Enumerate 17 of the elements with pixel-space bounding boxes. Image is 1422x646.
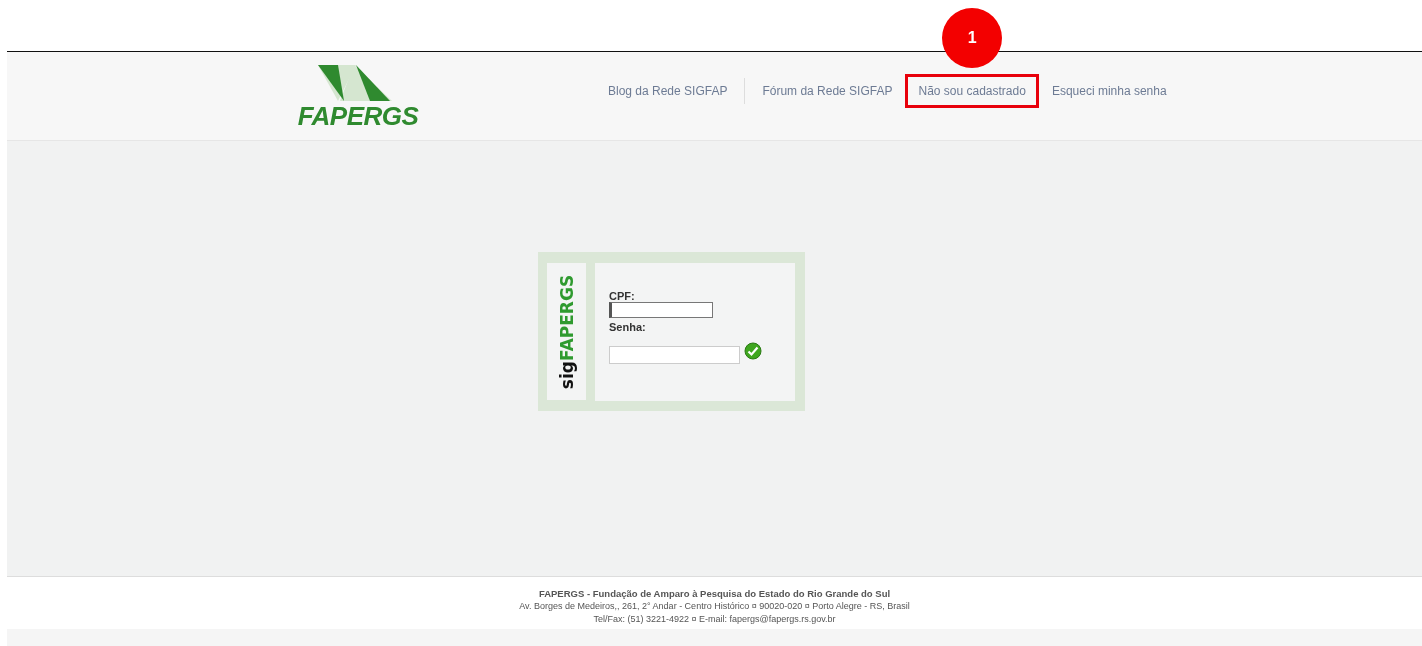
field-label: Senha: [609, 321, 647, 333]
input-field[interactable] [609, 302, 713, 318]
nav-link[interactable]: Fórum da Rede SIGFAP [749, 74, 906, 108]
nav-link[interactable]: Blog da Rede SIGFAP [595, 74, 741, 108]
field-label: CPF: [609, 290, 636, 302]
logo-triangles-icon [318, 63, 392, 103]
footer-text: Av. Borges de Medeiros,, 261, 2° Andar - Centro Histórico ¤ 90020-020 ¤ Porto Alegre - RS, Brasil [518, 600, 911, 613]
input-field[interactable] [609, 346, 740, 364]
nav-link[interactable]: Não sou cadastrado [905, 74, 1039, 108]
footer-text: Tel/Fax: (51) 3221-4922 ¤ E-mail: fapergs@fapergs.rs.gov.br [592, 613, 837, 626]
submit-button[interactable] [744, 342, 762, 360]
logo-name: FAPERGS [556, 274, 577, 361]
logo-text: FAPERGS [297, 103, 419, 129]
footer-text: FAPERGS - Fundação de Amparo à Pesquisa do Estado do Rio Grande do Sul [537, 587, 892, 600]
nav-link[interactable]: Esqueci minha senha [1038, 74, 1180, 108]
annotation-marker: 1 [942, 8, 1003, 68]
logo-prefix: sig [556, 360, 577, 389]
